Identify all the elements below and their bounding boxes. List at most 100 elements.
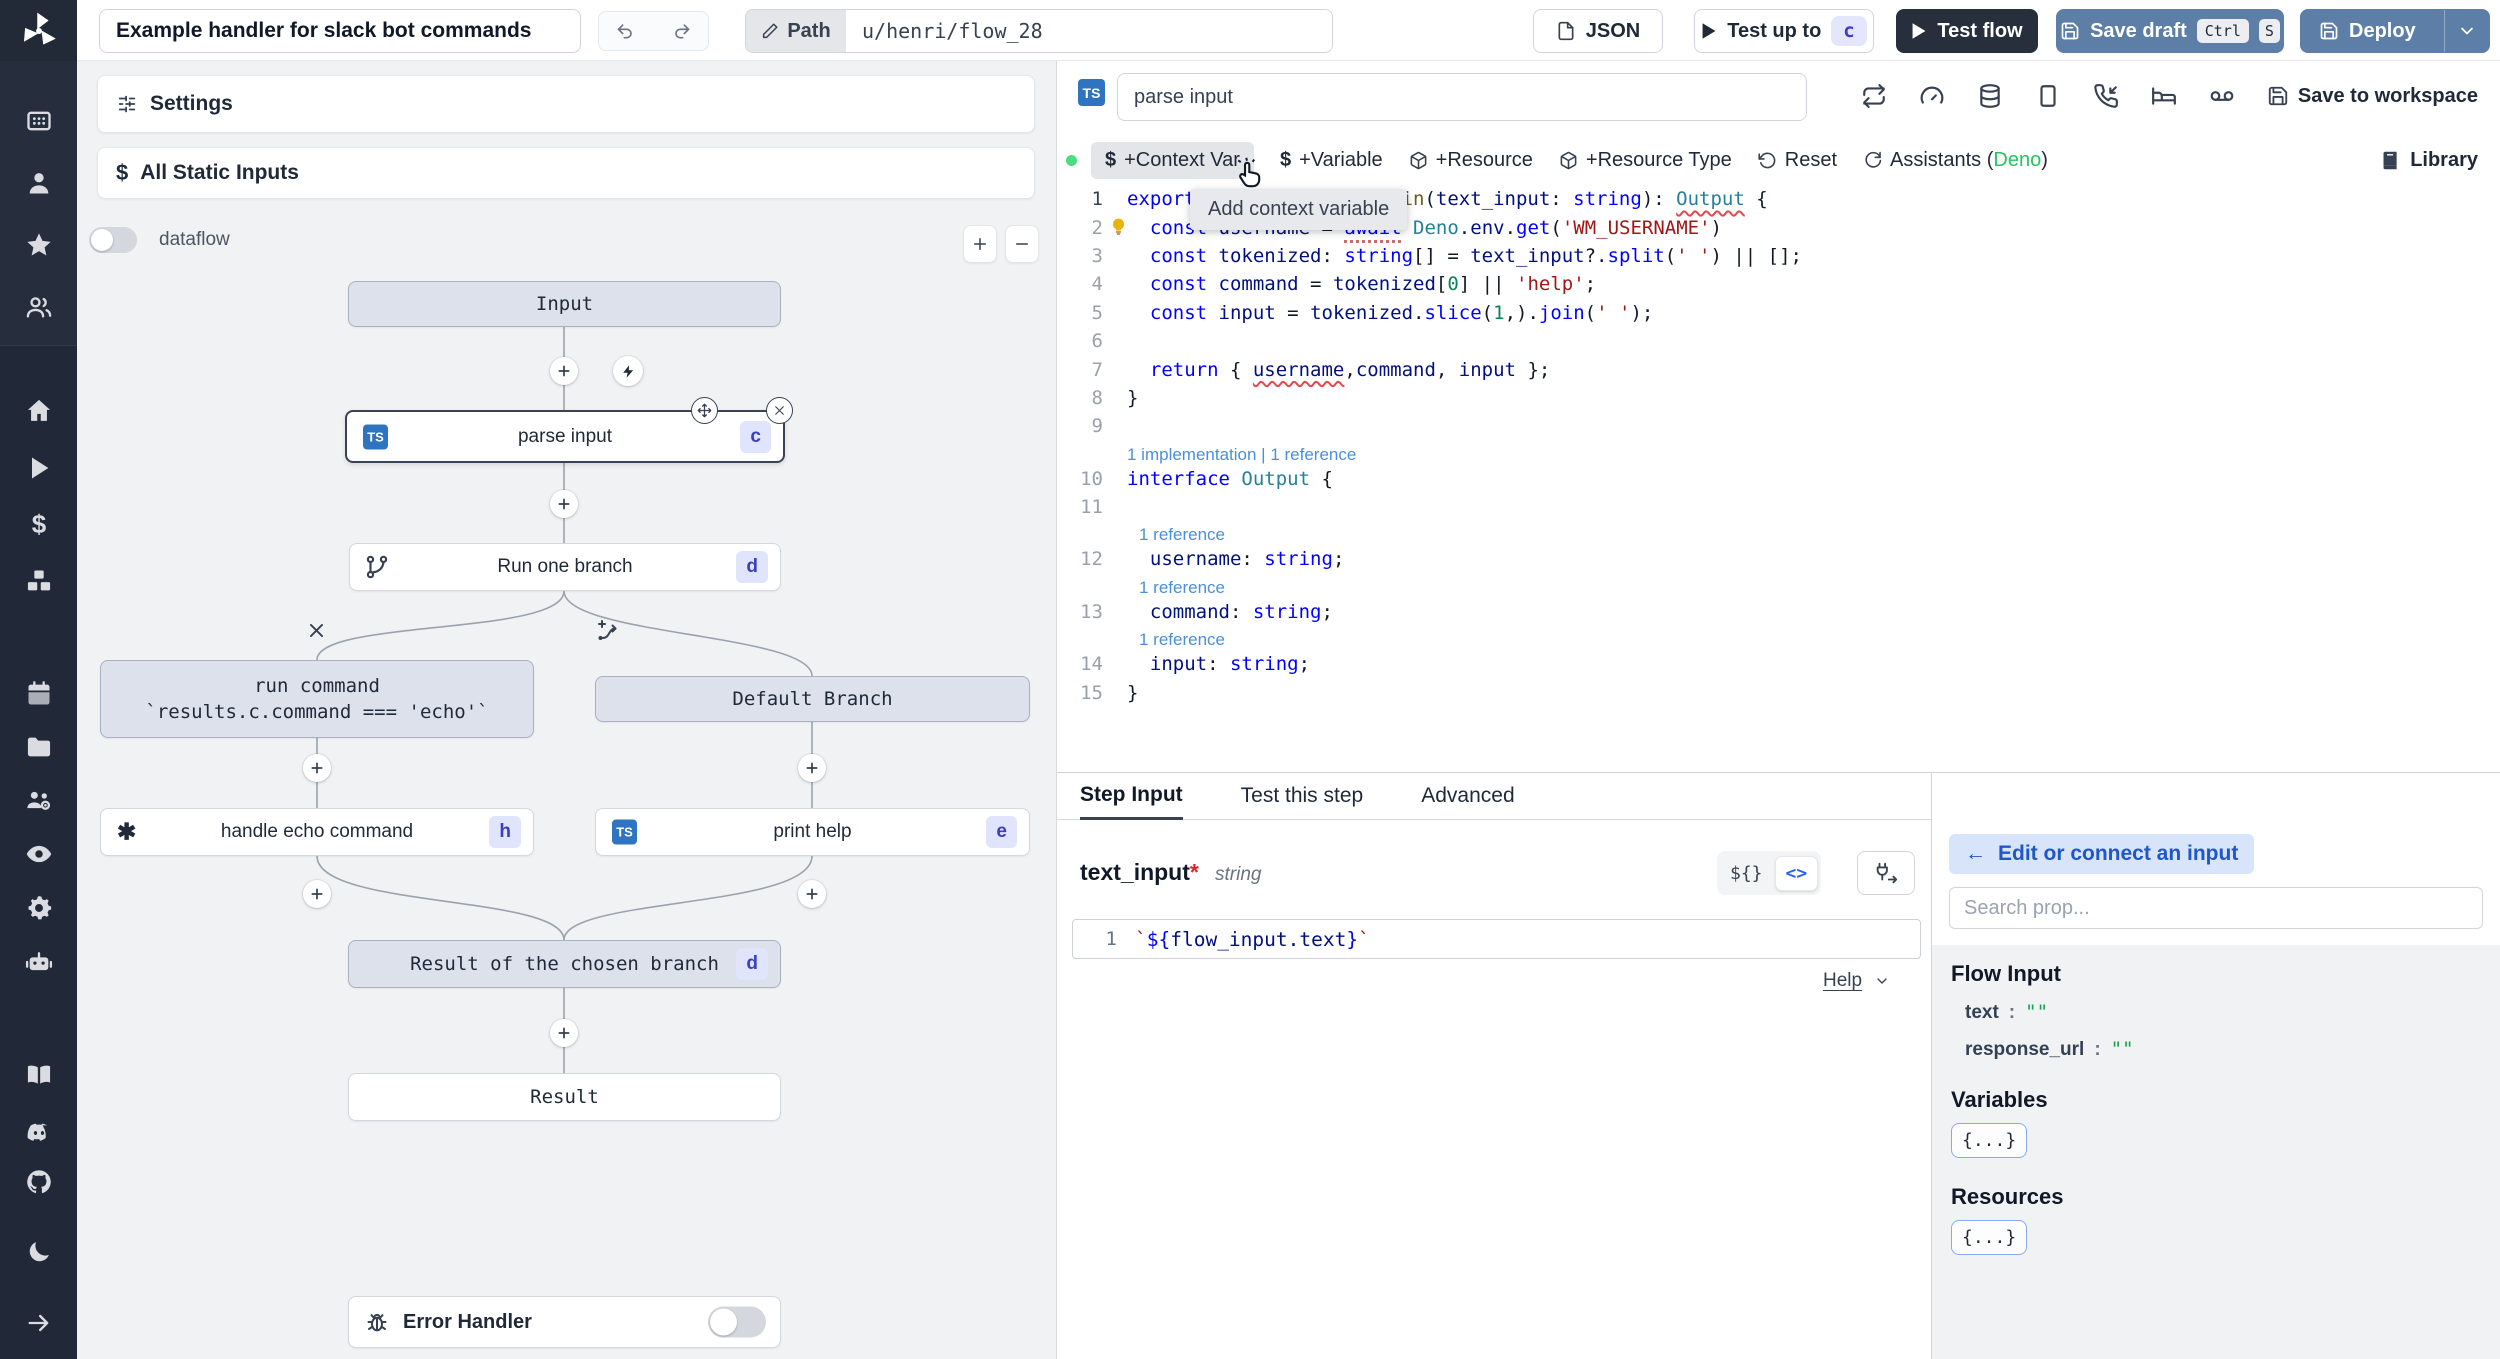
assistants-button[interactable]: Assistants (Deno) [1863, 149, 2048, 172]
codelens-link[interactable]: 1 implementation | 1 reference [1057, 441, 2500, 465]
add-context-var-button[interactable]: $ +Context Var [1091, 141, 1254, 179]
delete-step-button[interactable] [766, 397, 793, 424]
undo-button[interactable] [598, 11, 654, 51]
settings-gear-icon[interactable] [25, 894, 53, 922]
tab-advanced[interactable]: Advanced [1421, 773, 1514, 819]
phone-incoming-icon[interactable] [2093, 83, 2119, 109]
redo-button[interactable] [653, 11, 709, 51]
code-line[interactable]: 3 const tokenized: string[] = text_input… [1057, 242, 2500, 270]
prop-row-text[interactable]: text : "" [1965, 1001, 2500, 1024]
add-branch-button[interactable] [592, 616, 622, 646]
add-resource-type-button[interactable]: +Resource Type [1559, 149, 1732, 172]
docs-book-icon[interactable] [25, 1061, 53, 1089]
code-editor[interactable]: 1export async function main(text_input: … [1057, 185, 2500, 707]
bed-icon[interactable] [2151, 83, 2177, 109]
deploy-dropdown-button[interactable] [2443, 10, 2489, 52]
help-link[interactable]: Help [1823, 970, 1890, 992]
code-line[interactable]: 8} [1057, 384, 2500, 412]
connect-input-plug-button[interactable] [1857, 851, 1915, 895]
add-resource-button[interactable]: +Resource [1409, 149, 1533, 172]
path-edit-button[interactable]: Path [746, 10, 846, 52]
save-draft-button[interactable]: Save draft Ctrl S [2056, 9, 2284, 53]
home-icon[interactable] [25, 397, 53, 425]
move-step-button[interactable] [691, 397, 718, 424]
groups-users-cog-icon[interactable] [25, 786, 53, 814]
node-flow-input[interactable]: Input [348, 281, 781, 327]
test-up-to-button[interactable]: Test up to c [1694, 9, 1874, 53]
folders-icon[interactable] [25, 733, 53, 761]
voicemail-icon[interactable] [2209, 83, 2235, 109]
code-line[interactable]: 4 const command = tokenized[0] || 'help'… [1057, 270, 2500, 298]
app-window-icon[interactable] [25, 107, 53, 135]
workers-bot-icon[interactable] [25, 948, 53, 976]
code-line[interactable]: 7 return { username,command, input }; [1057, 355, 2500, 383]
lightbulb-quickfix-icon[interactable] [1109, 217, 1128, 236]
repeat-icon[interactable] [1861, 83, 1887, 109]
expand-sidebar-arrow-icon[interactable] [25, 1309, 53, 1337]
code-line[interactable]: 12 username: string; [1057, 545, 2500, 573]
star-icon[interactable] [25, 231, 53, 259]
node-run-one-branch[interactable]: Run one branch d [349, 543, 781, 591]
json-button[interactable]: JSON [1533, 9, 1663, 53]
variables-expand-chip[interactable]: {...} [1951, 1123, 2028, 1158]
flow-summary-input[interactable] [99, 9, 581, 53]
tab-step-input[interactable]: Step Input [1080, 773, 1183, 820]
prop-row-response-url[interactable]: response_url : "" [1965, 1038, 2500, 1061]
database-icon[interactable] [1977, 83, 2003, 109]
add-step-button[interactable] [303, 754, 331, 782]
node-parse-input[interactable]: TS parse input c [345, 410, 785, 463]
code-line[interactable]: 11 [1057, 493, 2500, 521]
code-line[interactable]: 13 command: string; [1057, 598, 2500, 626]
code-line[interactable]: 10 interface Output { [1057, 465, 2500, 493]
resources-expand-chip[interactable]: {...} [1951, 1220, 2028, 1255]
add-step-button[interactable] [550, 357, 578, 385]
rectangle-vertical-icon[interactable] [2035, 83, 2061, 109]
error-handler-toggle[interactable] [708, 1306, 766, 1338]
audit-eye-icon[interactable] [25, 840, 53, 868]
node-branch-result[interactable]: Result of the chosen branch d [348, 940, 781, 988]
discord-icon[interactable] [25, 1119, 53, 1147]
code-line[interactable]: 14 input: string; [1057, 650, 2500, 678]
save-to-workspace-button[interactable]: Save to workspace [2267, 85, 2478, 108]
node-handle-echo-command[interactable]: ✱ handle echo command h [100, 808, 534, 856]
test-flow-button[interactable]: Test flow [1896, 9, 2038, 53]
edit-or-connect-button[interactable]: ← Edit or connect an input [1949, 834, 2255, 874]
user-icon[interactable] [25, 169, 53, 197]
users-icon[interactable] [25, 293, 53, 321]
add-variable-button[interactable]: $ +Variable [1280, 149, 1383, 172]
node-result[interactable]: Result [348, 1073, 781, 1121]
dark-mode-moon-icon[interactable] [25, 1238, 53, 1266]
add-step-button[interactable] [550, 490, 578, 518]
github-icon[interactable] [25, 1168, 53, 1196]
codelens-link[interactable]: 1 reference [1057, 574, 2500, 598]
node-default-branch[interactable]: Default Branch [595, 676, 1030, 722]
node-branch-run-command[interactable]: run command `results.c.command === 'echo… [100, 660, 534, 738]
add-step-button[interactable] [798, 754, 826, 782]
gauge-icon[interactable] [1919, 83, 1945, 109]
code-line[interactable]: 9 [1057, 412, 2500, 440]
deploy-button[interactable]: Deploy [2301, 10, 2434, 52]
node-print-help[interactable]: TS print help e [595, 808, 1030, 856]
search-prop-input[interactable] [1949, 887, 2483, 929]
add-step-button[interactable] [798, 880, 826, 908]
add-step-button[interactable] [303, 880, 331, 908]
windmill-logo[interactable] [0, 0, 77, 61]
codelens-link[interactable]: 1 reference [1057, 626, 2500, 650]
expression-mode-button[interactable]: <> [1774, 855, 1819, 891]
expression-editor[interactable]: 1 `${flow_input.text}` [1072, 919, 1921, 959]
variables-dollar-icon[interactable]: $ [25, 510, 53, 538]
codelens-link[interactable]: 1 reference [1057, 521, 2500, 545]
static-value-mode-button[interactable]: ${} [1720, 857, 1773, 890]
error-handler-node[interactable]: Error Handler [348, 1296, 781, 1348]
trigger-bolt-button[interactable] [613, 356, 643, 386]
resources-boxes-icon[interactable] [25, 567, 53, 595]
step-name-input[interactable] [1117, 73, 1807, 121]
remove-branch-button[interactable] [301, 615, 331, 645]
path-input[interactable] [846, 10, 1332, 52]
runs-play-icon[interactable] [25, 454, 53, 482]
library-button[interactable]: Library [2380, 149, 2478, 172]
tab-test-this-step[interactable]: Test this step [1241, 773, 1364, 819]
code-line[interactable]: 15} [1057, 678, 2500, 706]
reset-button[interactable]: Reset [1758, 149, 1837, 172]
schedules-calendar-icon[interactable] [25, 680, 53, 708]
